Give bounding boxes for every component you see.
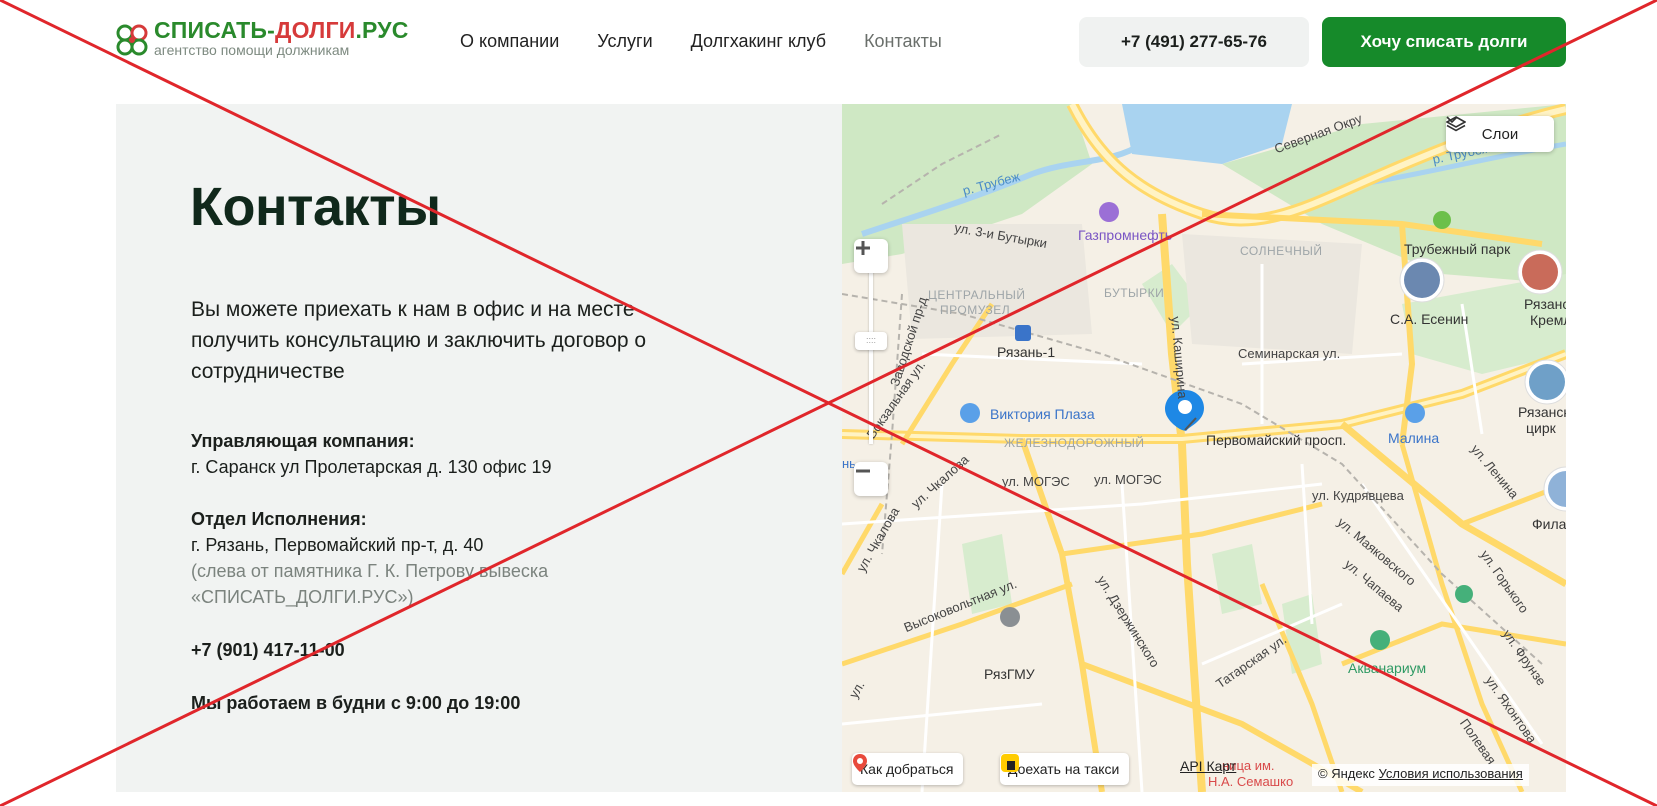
map-label: Рязань-1 (997, 344, 1056, 360)
aquarium-icon[interactable] (1370, 630, 1390, 650)
logo-title: СПИСАТЬ-ДОЛГИ.РУС (154, 17, 409, 44)
management-address: г. Саранск ул Пролетарская д. 130 офис 1… (191, 457, 552, 477)
management-label: Управляющая компания: (191, 431, 415, 451)
museum-icon[interactable] (1455, 585, 1473, 603)
gas-station-icon[interactable] (1099, 202, 1119, 222)
minus-icon (856, 469, 870, 473)
zoom-in-button[interactable] (854, 239, 888, 273)
yandex-map[interactable]: Северная Окру р. Трубеж р. Трубеж ул. 3-… (842, 104, 1566, 792)
map-label: Фила (1532, 516, 1566, 532)
shopping-icon[interactable] (1405, 403, 1425, 423)
management-block: Управляющая компания: г. Саранск ул Прол… (191, 428, 552, 480)
map-label: Кремль (1530, 312, 1566, 328)
map-label: Малина (1388, 430, 1440, 446)
page-title: Контакты (190, 177, 441, 237)
railway-station-icon[interactable] (1015, 325, 1031, 341)
site-header: СПИСАТЬ-ДОЛГИ.РУС агентство помощи должн… (0, 0, 1657, 90)
map-label: цирк (1526, 420, 1556, 436)
map-label: Первомайский просп. (1206, 432, 1347, 448)
map-label: РязГМУ (984, 666, 1035, 682)
map-label: БУТЫРКИ (1104, 286, 1165, 300)
map-label: Рязанск (1518, 404, 1566, 420)
contact-phone[interactable]: +7 (901) 417-11-00 (191, 637, 345, 663)
map-copyright: © Яндекс Условия использования (1312, 764, 1529, 786)
map-label: Акванариум (1348, 660, 1427, 676)
contacts-lead: Вы можете приехать к нам в офис и на мес… (191, 298, 647, 383)
map-label: ул. Кудрявцева (1312, 488, 1404, 503)
working-hours: Мы работаем в будни с 9:00 до 19:00 (191, 693, 521, 713)
shopping-icon[interactable] (960, 403, 980, 423)
map-label: СОЛНЕЧНЫЙ (1240, 244, 1323, 258)
nav-item-services[interactable]: Услуги (597, 31, 652, 52)
taxi-button[interactable]: Доехать на такси (1000, 753, 1130, 785)
map-label: Виктория Плаза (990, 406, 1095, 422)
park-icon[interactable] (1433, 211, 1451, 229)
contacts-panel: Контакты Вы можете приехать к нам в офис… (116, 104, 842, 792)
logo[interactable]: СПИСАТЬ-ДОЛГИ.РУС агентство помощи должн… (114, 16, 434, 62)
logo-title-part: СПИСАТЬ- (154, 17, 276, 43)
execution-label: Отдел Исполнения: (191, 509, 367, 529)
terms-link[interactable]: Условия использования (1379, 766, 1523, 781)
layers-label: Слои (1481, 125, 1519, 143)
api-maps-link[interactable]: API Карт (1180, 758, 1236, 774)
map-label: ЦЕНТРАЛЬНЫЙ (928, 288, 1026, 302)
phone-button[interactable]: +7 (491) 277-65-76 (1079, 17, 1309, 67)
map-label: С.А. Есенин (1390, 311, 1469, 327)
taxi-label: Доехать на такси (1008, 761, 1120, 777)
plus-icon (856, 241, 870, 255)
main-nav: О компании Услуги Долгхакинг клуб Контак… (460, 31, 942, 52)
page: СПИСАТЬ-ДОЛГИ.РУС агентство помощи должн… (0, 0, 1657, 806)
route-button[interactable]: Как добраться (852, 753, 964, 785)
clover-logo-icon (116, 24, 148, 56)
layers-button[interactable]: Слои (1446, 116, 1554, 152)
map-label: Рязански (1524, 296, 1566, 312)
logo-subtitle: агентство помощи должникам (154, 42, 350, 58)
map-label: Газпромнефть (1078, 227, 1173, 243)
map-label: ул. МОГЭС (1094, 472, 1162, 487)
route-pin-icon (853, 754, 867, 772)
logo-title-part: ДОЛГИ (275, 17, 356, 43)
chevron-down-icon (1446, 116, 1458, 124)
map-canvas[interactable] (842, 104, 1566, 792)
zoom-out-button[interactable] (854, 462, 888, 496)
map-label: ПРОМУЗЕЛ (940, 303, 1011, 317)
route-label: Как добраться (860, 761, 954, 777)
zoom-slider-handle[interactable]: :::: (855, 332, 887, 350)
taxi-icon (1001, 754, 1019, 772)
map-label: Трубежный парк (1404, 241, 1511, 257)
map-label: ЖЕЛЕЗНОДОРОЖНЫЙ (1004, 436, 1145, 450)
zoom-slider-track[interactable] (869, 260, 873, 444)
copyright-text: © Яндекс (1318, 766, 1375, 781)
execution-block: Отдел Исполнения: г. Рязань, Первомайски… (191, 506, 548, 610)
logo-title-part: .РУС (355, 17, 409, 43)
map-label: Семинарская ул. (1238, 346, 1341, 361)
map-label: ул. МОГЭС (1002, 474, 1070, 489)
university-icon[interactable] (1000, 607, 1020, 627)
nav-item-contacts[interactable]: Контакты (864, 31, 942, 52)
write-off-debts-button[interactable]: Хочу списать долги (1322, 17, 1566, 67)
nav-item-about[interactable]: О компании (460, 31, 559, 52)
map-label: Н.А. Семашко (1208, 774, 1294, 789)
execution-address: г. Рязань, Первомайский пр-т, д. 40 (191, 535, 484, 555)
execution-note: (слева от памятника Г. К. Петрову вывеск… (191, 561, 549, 581)
nav-item-club[interactable]: Долгхакинг клуб (691, 31, 826, 52)
execution-note: «СПИСАТЬ_ДОЛГИ.РУС») (191, 587, 414, 607)
